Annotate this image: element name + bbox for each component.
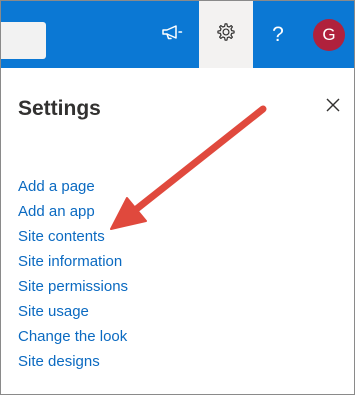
- link-add-page[interactable]: Add a page: [18, 178, 128, 203]
- account-button[interactable]: G: [306, 1, 352, 68]
- settings-links: Add a page Add an app Site contents Site…: [18, 178, 128, 378]
- megaphone-button[interactable]: [147, 1, 197, 68]
- help-button[interactable]: ?: [253, 1, 303, 68]
- gear-icon: [215, 21, 237, 48]
- link-site-usage[interactable]: Site usage: [18, 303, 128, 328]
- help-icon: ?: [272, 23, 284, 46]
- suite-header: ? G: [1, 1, 354, 68]
- link-site-permissions[interactable]: Site permissions: [18, 278, 128, 303]
- screenshot-frame: ? G Settings Add a page Add an app Site …: [0, 0, 355, 395]
- link-site-contents[interactable]: Site contents: [18, 228, 128, 253]
- megaphone-icon: [161, 23, 183, 46]
- settings-gear-button[interactable]: [199, 1, 253, 68]
- link-add-app[interactable]: Add an app: [18, 203, 128, 228]
- link-site-information[interactable]: Site information: [18, 253, 128, 278]
- avatar: G: [313, 18, 345, 51]
- search-box[interactable]: [1, 22, 46, 59]
- panel-title: Settings: [18, 97, 101, 120]
- close-icon: [325, 97, 341, 118]
- settings-panel: Settings Add a page Add an app Site cont…: [1, 68, 354, 394]
- link-site-designs[interactable]: Site designs: [18, 353, 128, 378]
- close-button[interactable]: [321, 95, 345, 119]
- link-change-the-look[interactable]: Change the look: [18, 328, 128, 353]
